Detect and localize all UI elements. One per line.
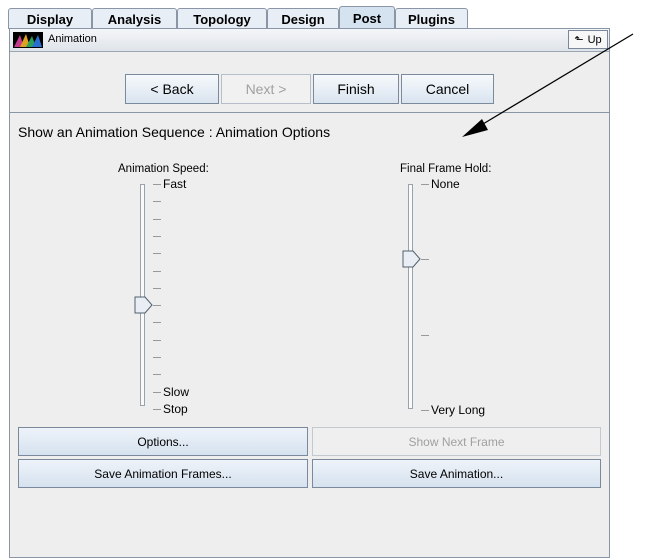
callout-arrow	[462, 33, 634, 137]
